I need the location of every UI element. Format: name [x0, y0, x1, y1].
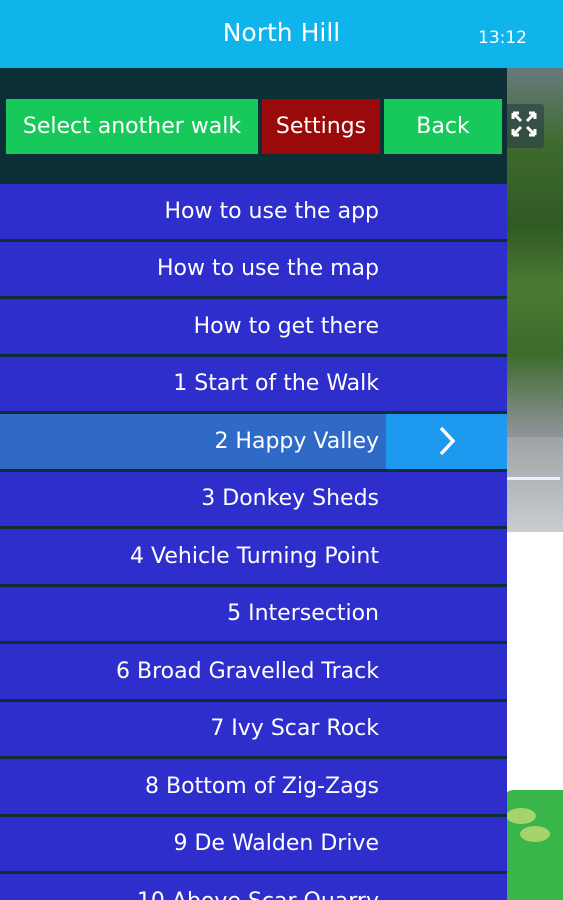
select-another-walk-button[interactable]: Select another walk	[6, 99, 258, 154]
list-item-label: 5 Intersection	[227, 601, 379, 627]
fullscreen-button[interactable]	[504, 104, 544, 148]
map-blob	[520, 826, 550, 842]
map-blob	[506, 808, 536, 824]
list-item-label: 6 Broad Gravelled Track	[116, 658, 379, 684]
list-item[interactable]: 3 Donkey Sheds	[0, 471, 507, 529]
list-item-label: How to get there	[193, 313, 379, 339]
list-item[interactable]: 4 Vehicle Turning Point	[0, 529, 507, 587]
back-button[interactable]: Back	[384, 99, 502, 154]
list-item[interactable]: 9 De Walden Drive	[0, 816, 507, 874]
walk-stops-list: How to use the app How to use the map Ho…	[0, 184, 507, 900]
map-green-area	[500, 790, 563, 900]
list-item[interactable]: 7 Ivy Scar Rock	[0, 701, 507, 759]
list-item[interactable]: How to use the app	[0, 184, 507, 242]
status-time: 13:12	[478, 28, 527, 48]
list-item-label: 4 Vehicle Turning Point	[130, 543, 379, 569]
list-item-label: 9 De Walden Drive	[173, 831, 380, 857]
list-item-label: 7 Ivy Scar Rock	[210, 716, 379, 742]
list-item-label: How to use the app	[164, 198, 379, 224]
list-item-label: 8 Bottom of Zig-Zags	[145, 773, 379, 799]
list-item-label: How to use the map	[157, 256, 379, 282]
list-item[interactable]: 8 Bottom of Zig-Zags	[0, 759, 507, 817]
list-item-label: 3 Donkey Sheds	[201, 486, 379, 512]
list-item-selected[interactable]: 2 Happy Valley	[0, 414, 507, 472]
expand-icon	[509, 109, 539, 143]
list-item[interactable]: 1 Start of the Walk	[0, 356, 507, 414]
list-item-label: 1 Start of the Walk	[173, 371, 379, 397]
list-item[interactable]: How to get there	[0, 299, 507, 357]
list-item[interactable]: 10 Above Scar Quarry	[0, 874, 507, 900]
toolbar: Select another walk Settings Back	[6, 99, 502, 154]
list-item-label: 10 Above Scar Quarry	[137, 889, 507, 900]
list-item[interactable]: 6 Broad Gravelled Track	[0, 644, 507, 702]
list-item[interactable]: How to use the map	[0, 241, 507, 299]
list-item[interactable]: 5 Intersection	[0, 586, 507, 644]
chevron-right-icon[interactable]	[386, 414, 507, 469]
settings-button[interactable]: Settings	[262, 99, 380, 154]
app-header: North Hill 13:12	[0, 0, 563, 68]
